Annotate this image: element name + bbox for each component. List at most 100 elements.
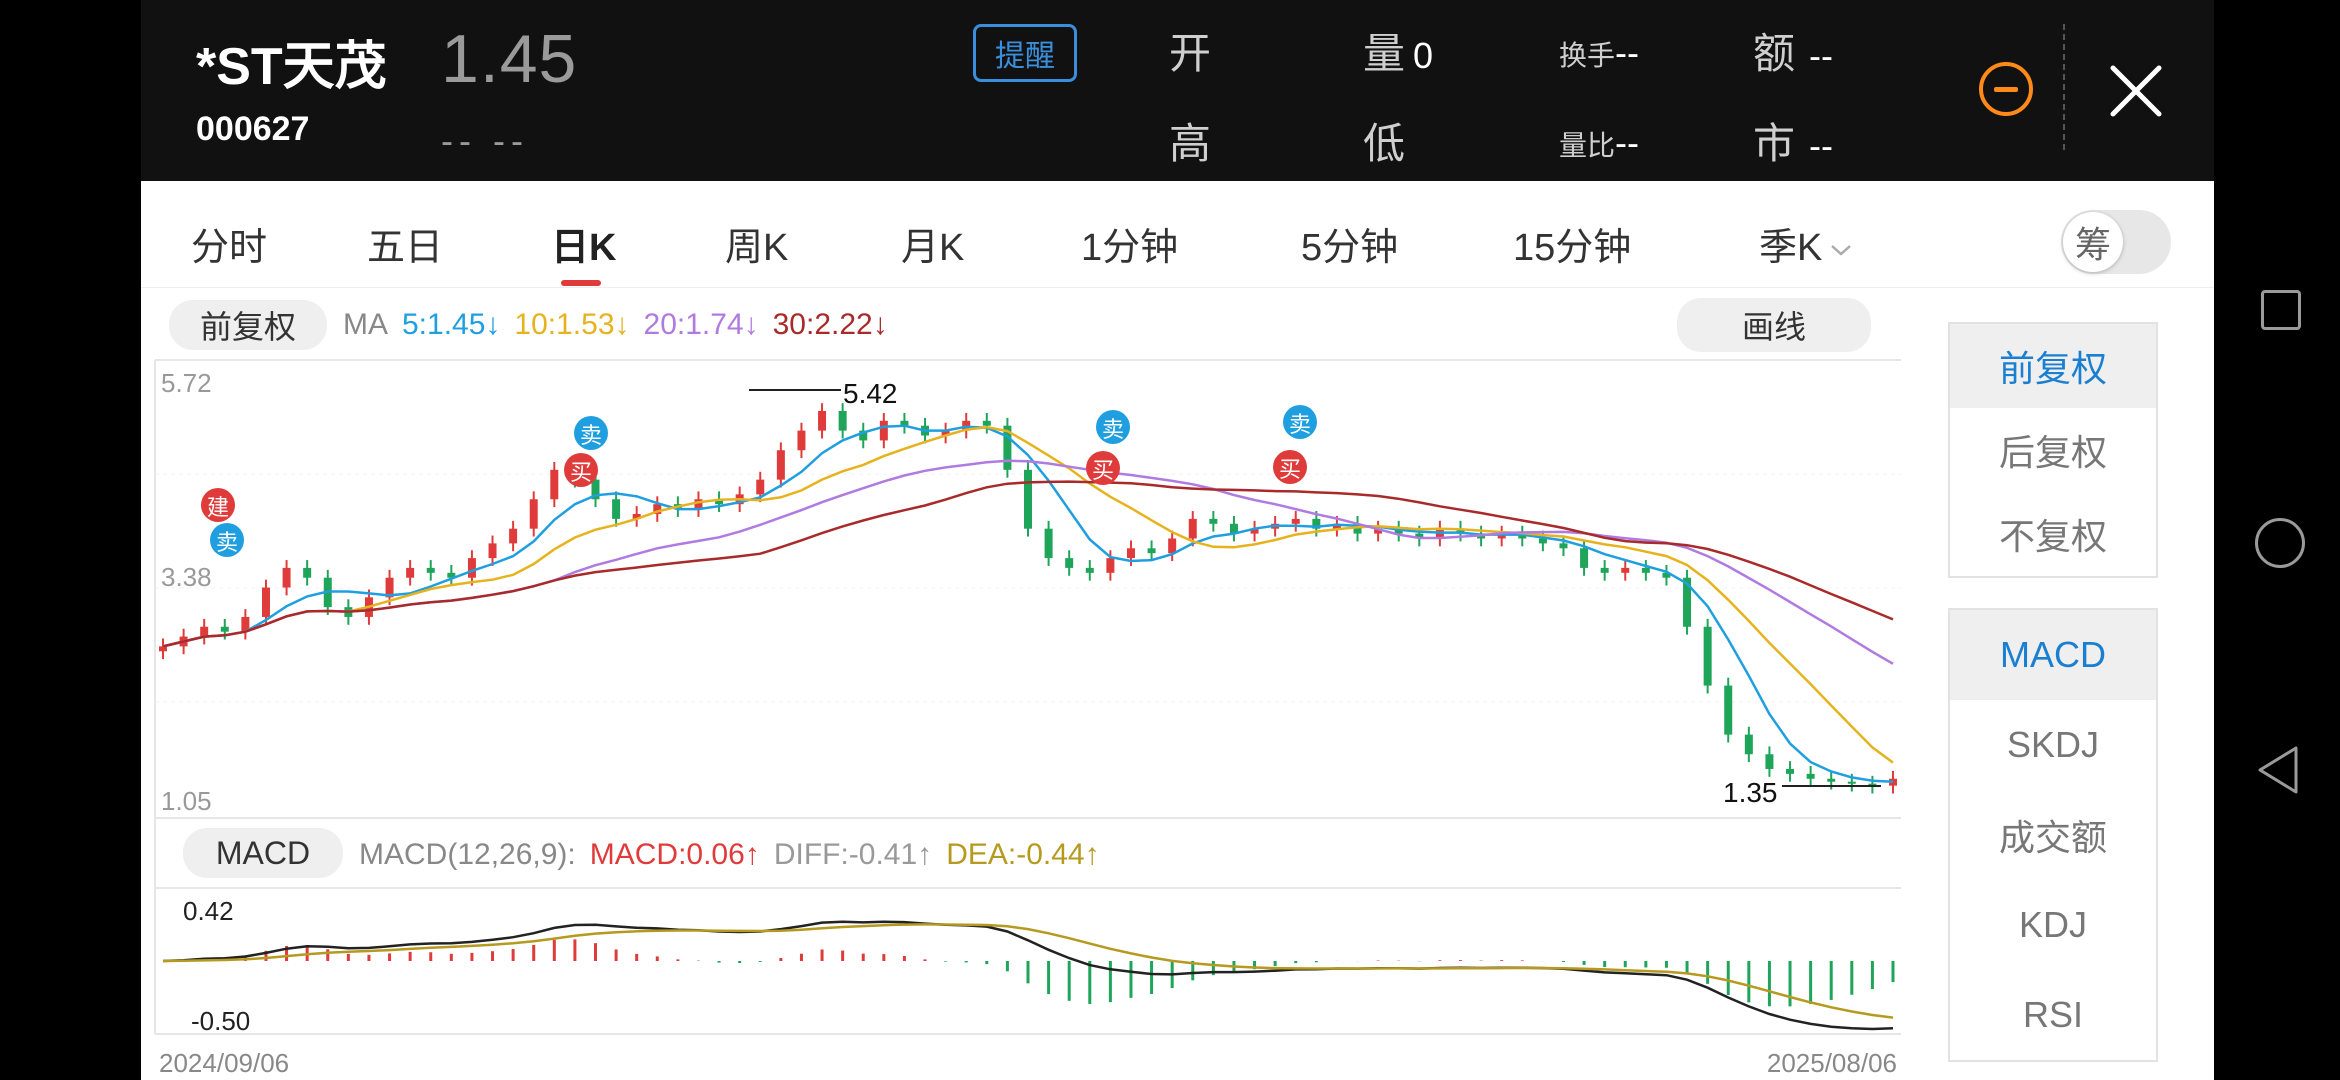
candle-body: [1106, 558, 1115, 573]
indicator-option-kdj[interactable]: KDJ: [1950, 880, 2156, 970]
indicator-option-rsi[interactable]: RSI: [1950, 970, 2156, 1060]
candle-body: [406, 567, 415, 578]
candle-body: [426, 567, 435, 573]
market-cap-field: 市 --: [1753, 110, 1833, 171]
candle-body: [797, 430, 806, 451]
tab-week-k[interactable]: 周K: [725, 216, 788, 271]
back-icon[interactable]: [2254, 744, 2302, 796]
ma5-value: 5:1.45↓: [402, 308, 501, 341]
stock-name: *ST天茂: [196, 38, 387, 96]
candle-body: [838, 410, 847, 431]
macd-axis-bottom-label: -0.50: [191, 1006, 250, 1036]
adjust-options-panel: 前复权 后复权 不复权: [1948, 322, 2158, 578]
candle-body: [303, 567, 312, 578]
candle-body: [1641, 567, 1650, 573]
tab-day-k[interactable]: 日K: [551, 216, 616, 271]
dea-value: DEA:-0.44↑: [946, 838, 1100, 871]
candle-body: [1580, 548, 1589, 568]
candle-body: [1786, 768, 1795, 774]
candle-body: [261, 587, 270, 617]
indicator-option-amount[interactable]: 成交额: [1950, 790, 2156, 880]
buy-signal-label: 买: [1279, 457, 1301, 482]
kline-chart[interactable]: 5.72 3.38 1.05 5.42 1.35 建 卖 卖 买 卖 买 卖 买: [141, 340, 1901, 1080]
turnover-label: 换手: [1559, 40, 1616, 71]
adjust-option-forward[interactable]: 前复权: [1950, 324, 2156, 408]
tab-month-k[interactable]: 月K: [901, 216, 964, 271]
candle-body: [200, 626, 209, 637]
low-label: 低: [1363, 120, 1406, 167]
candle-body: [1621, 567, 1630, 573]
candle-body: [1168, 538, 1177, 554]
buy-signal-label: 买: [1092, 458, 1114, 483]
y-axis-bottom-label: 1.05: [161, 786, 212, 816]
sell-signal-label: 卖: [216, 530, 238, 555]
tab-five-day[interactable]: 五日: [367, 216, 443, 271]
candle-body: [612, 499, 621, 519]
adjust-option-backward[interactable]: 后复权: [1950, 408, 2156, 492]
app-window: *ST天茂 000627 1.45 -- -- 提醒 开 高 量0 低 换手--…: [141, 0, 2214, 1080]
volume-ratio-field: 量比--: [1559, 122, 1639, 164]
candle-body: [1827, 778, 1836, 782]
adjust-option-none[interactable]: 不复权: [1950, 492, 2156, 576]
macd-indicator-button[interactable]: MACD: [183, 828, 343, 878]
candle-body: [1147, 548, 1156, 554]
tab-5min[interactable]: 5分钟: [1301, 216, 1398, 271]
macd-axis-top-label: 0.42: [183, 896, 234, 926]
active-tab-indicator: [561, 280, 601, 286]
candle-body: [467, 558, 476, 578]
candle-body: [818, 410, 827, 431]
ma-legend: MA 5:1.45↓ 10:1.53↓ 20:1.74↓ 30:2.22↓: [343, 308, 902, 342]
ma20-value: 20:1.74↓: [643, 308, 759, 341]
volume-ratio-label: 量比: [1559, 130, 1616, 161]
market-cap-value: --: [1809, 125, 1833, 166]
candle-body: [776, 450, 785, 480]
candle-body: [529, 499, 538, 529]
candle-body: [509, 528, 518, 544]
tab-intraday[interactable]: 分时: [191, 216, 267, 271]
tab-1min[interactable]: 1分钟: [1081, 216, 1178, 271]
stock-change: -- --: [441, 120, 529, 161]
indicator-options-panel: MACD SKDJ 成交额 KDJ RSI: [1948, 608, 2158, 1062]
tab-15min[interactable]: 15分钟: [1513, 216, 1631, 271]
candle-body: [1538, 538, 1547, 544]
candle-body: [488, 543, 497, 559]
chip-toggle-label: 筹: [2063, 212, 2123, 272]
amount-label: 额: [1753, 30, 1796, 77]
market-cap-label: 市: [1753, 120, 1796, 167]
chip-toggle[interactable]: 筹: [2061, 210, 2171, 274]
y-axis-mid-label: 3.38: [161, 562, 212, 592]
volume-value: 0: [1413, 35, 1434, 76]
close-icon[interactable]: [2103, 58, 2169, 124]
candle-body: [1806, 773, 1815, 779]
candle-body: [1044, 528, 1053, 559]
amount-value: --: [1809, 35, 1833, 76]
high-marker-label: 5.42: [843, 378, 898, 409]
candle-body: [1188, 518, 1197, 539]
y-axis-top-label: 5.72: [161, 368, 212, 398]
quote-header: *ST天茂 000627 1.45 -- -- 提醒 开 高 量0 低 换手--…: [141, 0, 2214, 181]
sell-signal-label: 卖: [1289, 412, 1311, 437]
date-end-label: 2025/08/06: [1767, 1048, 1897, 1078]
recent-apps-icon[interactable]: [2261, 290, 2301, 330]
candle-body: [1024, 469, 1032, 529]
macd-param-label: MACD(12,26,9):: [359, 838, 576, 871]
date-start-label: 2024/09/06: [159, 1048, 289, 1078]
build-signal-label: 建: [207, 495, 229, 520]
volume-label: 量: [1363, 30, 1406, 77]
buy-signal-label: 买: [570, 460, 592, 485]
minus-circle-icon[interactable]: [1979, 62, 2033, 116]
candle-body: [1600, 567, 1609, 573]
candle-body: [1847, 781, 1856, 784]
indicator-option-skdj[interactable]: SKDJ: [1950, 700, 2156, 790]
remind-button[interactable]: 提醒: [973, 24, 1077, 82]
high-label: 高: [1169, 120, 1212, 167]
candle-body: [1724, 685, 1733, 735]
candle-body: [1065, 558, 1074, 568]
candle-body: [550, 469, 559, 500]
stock-price: 1.45: [441, 21, 578, 97]
low-field: 低: [1363, 110, 1405, 171]
indicator-option-macd[interactable]: MACD: [1950, 610, 2156, 700]
tab-quarter-k[interactable]: 季K: [1759, 216, 1854, 271]
home-icon[interactable]: [2255, 518, 2305, 568]
candle-body: [1765, 754, 1774, 769]
